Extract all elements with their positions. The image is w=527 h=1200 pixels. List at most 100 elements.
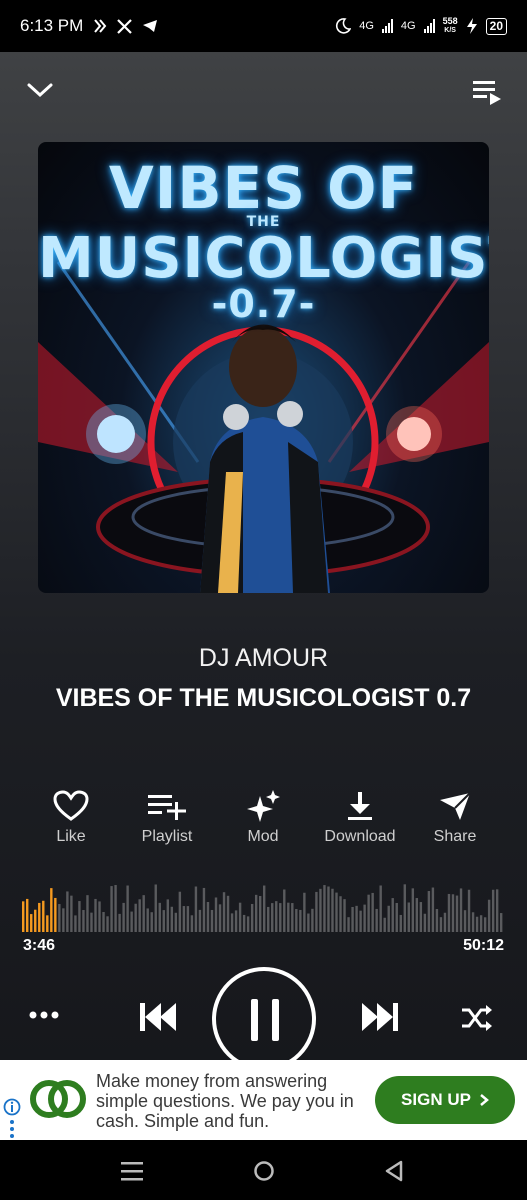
player-topbar — [0, 70, 527, 116]
waveform-bar — [327, 886, 330, 932]
like-button[interactable]: Like — [21, 790, 121, 846]
more-horizontal-icon[interactable] — [28, 1010, 60, 1020]
waveform-bar-played — [42, 900, 45, 932]
track-title: VIBES OF THE MUSICOLOGIST 0.7 — [55, 684, 472, 712]
waveform-bar — [178, 891, 182, 932]
share-icon — [440, 792, 471, 820]
waveform-bar — [407, 902, 410, 932]
waveform-bar — [451, 894, 455, 932]
elapsed-time: 3:46 — [23, 937, 56, 954]
waveform-bar-played — [22, 901, 25, 932]
playlist-button[interactable]: Playlist — [117, 790, 217, 846]
waveform-bar — [271, 903, 274, 932]
play-pause-button[interactable] — [212, 967, 316, 1071]
waveform-bar — [331, 888, 334, 932]
waveform-bar — [491, 889, 495, 932]
waveform-bar — [399, 914, 402, 932]
mod-button[interactable]: Mod — [213, 790, 313, 846]
waveform-bar — [487, 899, 491, 932]
sign-up-button[interactable]: SIGN UP — [375, 1076, 515, 1124]
waveform-bar — [146, 908, 149, 932]
waveform-bar — [307, 913, 310, 932]
queue-icon[interactable] — [472, 78, 502, 106]
waveform-bar — [291, 903, 294, 932]
skip-next-icon[interactable] — [361, 1002, 399, 1032]
waveform-bar — [162, 910, 165, 932]
waveform-bar — [395, 903, 398, 932]
waveform-bar — [66, 891, 69, 932]
waveform-bar — [214, 897, 218, 932]
x-icon — [117, 18, 133, 34]
like-label: Like — [56, 828, 86, 845]
home-icon[interactable] — [253, 1160, 275, 1182]
waveform-bar — [275, 901, 278, 932]
waveform-bar — [154, 884, 157, 932]
waveform-bar-played — [46, 915, 49, 932]
waveform-bar — [182, 906, 186, 932]
album-art: VIBES OF THE MUSICOLOGIST -0.7- — [38, 142, 489, 593]
system-navbar — [0, 1140, 527, 1200]
waveform-bar — [94, 898, 97, 932]
download-icon — [348, 792, 372, 820]
waveform-bar — [315, 891, 318, 932]
menu-icon[interactable] — [121, 1161, 143, 1181]
waveform-bar — [439, 917, 443, 932]
waveform-bar — [459, 888, 463, 932]
chevron-down-icon[interactable] — [26, 80, 54, 100]
waveform-bar — [323, 885, 326, 932]
waveform-bar — [234, 910, 238, 932]
ad-banner[interactable]: Make money from answering simple questio… — [0, 1060, 527, 1140]
waveform-seekbar[interactable] — [22, 872, 504, 932]
messenger-icon — [94, 19, 107, 33]
skip-previous-icon[interactable] — [139, 1002, 177, 1032]
network-type-2: 4G — [400, 20, 416, 32]
waveform-bar — [299, 909, 302, 932]
waveform-bar — [303, 892, 306, 932]
waveform-bar — [387, 905, 390, 932]
telegram-icon — [143, 20, 158, 32]
waveform-bar — [206, 902, 210, 932]
waveform-bar-played — [38, 902, 41, 932]
download-button[interactable]: Download — [310, 790, 410, 846]
waveform-bar — [242, 914, 246, 932]
waveform-bar — [431, 887, 435, 932]
waveform-bar — [287, 902, 290, 932]
waveform-bar-played — [30, 914, 33, 932]
artist-name[interactable]: DJ AMOUR — [0, 644, 527, 673]
waveform-bar — [471, 912, 475, 932]
ad-text: Make money from answering simple questio… — [96, 1071, 354, 1131]
waveform-bar-played — [50, 888, 53, 932]
waveform-bar — [110, 886, 113, 932]
share-button[interactable]: Share — [405, 790, 505, 846]
waveform-bar — [447, 893, 451, 932]
sign-up-label: SIGN UP — [401, 1090, 471, 1109]
pause-icon — [251, 999, 279, 1041]
net-speed: 558 K/S — [443, 17, 458, 35]
waveform-bar — [411, 888, 415, 932]
waveform-bar — [246, 916, 250, 932]
info-icon[interactable] — [3, 1098, 21, 1140]
shuffle-icon[interactable] — [461, 1005, 493, 1031]
waveform-bar — [419, 902, 423, 932]
waveform-bar — [98, 901, 101, 932]
cover-title-line3: -0.7- — [211, 282, 316, 326]
mod-label: Mod — [247, 828, 279, 845]
network-type-1: 4G — [359, 20, 374, 32]
waveform-bar — [339, 896, 342, 932]
waveform-bar — [238, 902, 242, 932]
back-icon[interactable] — [384, 1160, 404, 1182]
waveform-bar — [295, 909, 298, 932]
waveform-bar — [263, 885, 266, 932]
waveform-bar — [463, 910, 467, 932]
battery-icon: 20 — [485, 17, 507, 35]
waveform-bar — [186, 906, 190, 932]
waveform-bar — [367, 894, 370, 932]
waveform-bar — [58, 904, 61, 932]
waveform-bar — [210, 909, 214, 932]
waveform-bar — [70, 895, 73, 932]
waveform-bar — [138, 899, 141, 932]
waveform-bar — [218, 904, 222, 932]
waveform-bar — [86, 895, 89, 932]
waveform-bar — [355, 905, 358, 932]
waveform-bar — [335, 892, 338, 932]
